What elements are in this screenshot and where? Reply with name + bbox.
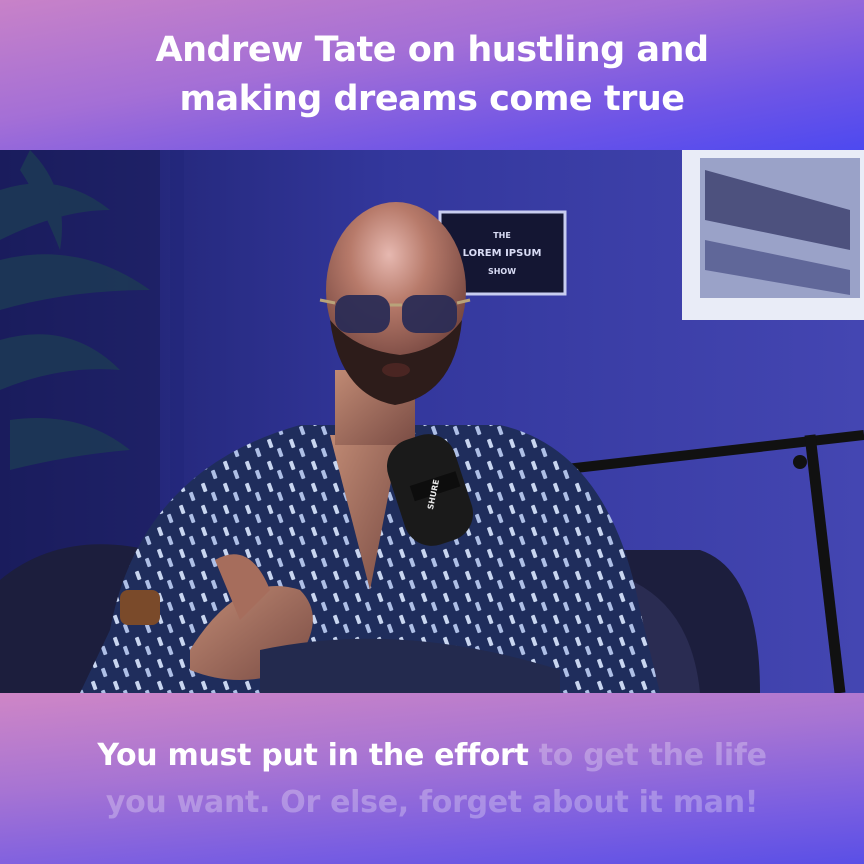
podcast-scene: THE LOREM IPSUM SHOW SHURE: [0, 150, 864, 693]
reel-frame: Andrew Tate on hustling and making dream…: [0, 0, 864, 864]
caption-spoken-words: You must put in the effort: [97, 737, 529, 773]
sign-bottom-text: SHOW: [488, 267, 516, 276]
headline-banner: Andrew Tate on hustling and making dream…: [0, 0, 864, 150]
headline-line-1: Andrew Tate on hustling and: [155, 30, 710, 70]
caption-upcoming-words-1: to get the life: [528, 737, 767, 773]
headline-text: Andrew Tate on hustling and making dream…: [82, 26, 782, 124]
caption-banner: You must put in the effort to get the li…: [0, 693, 864, 864]
wall-art: [682, 150, 864, 320]
sign-mid-text: LOREM IPSUM: [463, 248, 542, 259]
headline-line-2: making dreams come true: [179, 79, 685, 119]
video-frame[interactable]: THE LOREM IPSUM SHOW SHURE: [0, 150, 864, 693]
sign-top-text: THE: [493, 231, 511, 240]
caption-text: You must put in the effort to get the li…: [52, 732, 812, 826]
caption-upcoming-words-2: you want. Or else, forget about it man!: [105, 784, 759, 820]
